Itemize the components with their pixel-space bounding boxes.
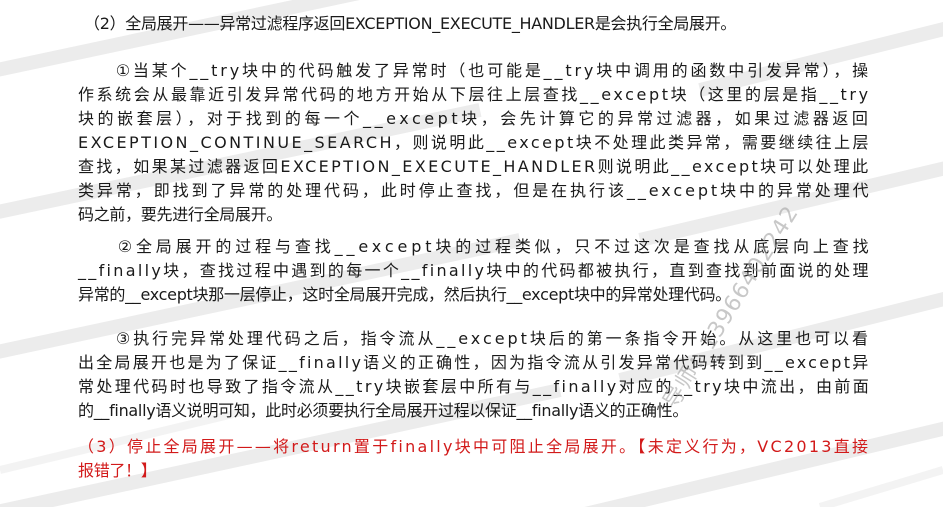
note-line: 报错了！】 [78, 461, 157, 480]
paragraph-2-line: ②全局展开的过程与查找__except块的过程类似，只不过这次是查找从底层向上查… [78, 237, 873, 256]
stop-global-unwind-note: （3）停止全局展开——将return置于finally块中可阻止全局展开。【未定… [78, 435, 868, 483]
paragraph-1-line: ①当某个__try块中的代码触发了异常时（也可能是__try块中调用的函数中引发… [78, 61, 872, 80]
paragraph-1-line: EXCEPTION_CONTINUE_SEARCH，则说明此__except块不… [78, 133, 872, 152]
section-heading-global-unwind: （2）全局展开——异常过滤程序返回EXCEPTION_EXECUTE_HANDL… [84, 14, 737, 33]
note-line: （3）停止全局展开——将return置于finally块中可阻止全局展开。【未定… [78, 437, 871, 456]
paragraph-3-line: 常处理代码时也导致了指令流从__try块嵌套层中所有与__finally对应的_… [78, 377, 872, 396]
paragraph-2-line: 异常的__except块那一层停止，这时全局展开完成，然后执行__except块… [78, 285, 731, 304]
paragraph-3-line: ③执行完异常处理代码之后，指令流从__except块后的第一条指令开始。从这里也… [78, 329, 871, 348]
paragraph-3-line: 出全局展开也是为了保证__finally语义的正确性，因为指令流从引发异常代码转… [78, 353, 871, 372]
paragraph-1-line: 作系统会从最靠近引发异常代码的地方开始从下层往上层查找__except块（这里的… [78, 85, 871, 104]
paragraph-3: ③执行完异常处理代码之后，指令流从__except块后的第一条指令开始。从这里也… [78, 327, 872, 423]
paragraph-1-line: 类异常，即找到了异常的处理代码，此时停止查找，但是在执行该__except块中的… [78, 181, 872, 200]
paragraph-2-line: __finally块，查找过程中遇到的每一个__finally块中的代码都被执行… [78, 261, 871, 280]
paragraph-1: ①当某个__try块中的代码触发了异常时（也可能是__try块中调用的函数中引发… [78, 59, 872, 227]
paragraph-1-line: 块的嵌套层），对于找到的每一个__except块，会先计算它的异常过滤器，如果过… [78, 109, 872, 128]
paragraph-2: ②全局展开的过程与查找__except块的过程类似，只不过这次是查找从底层向上查… [78, 235, 873, 307]
paragraph-3-line: 的__finally语义说明可知，此时必须要执行全局展开过程以保证__final… [78, 401, 689, 420]
paragraph-1-line: 查找，如果某过滤器返回EXCEPTION_EXECUTE_HANDLER则说明此… [78, 157, 871, 176]
paragraph-1-line: 码之前，要先进行全局展开。 [78, 205, 283, 224]
